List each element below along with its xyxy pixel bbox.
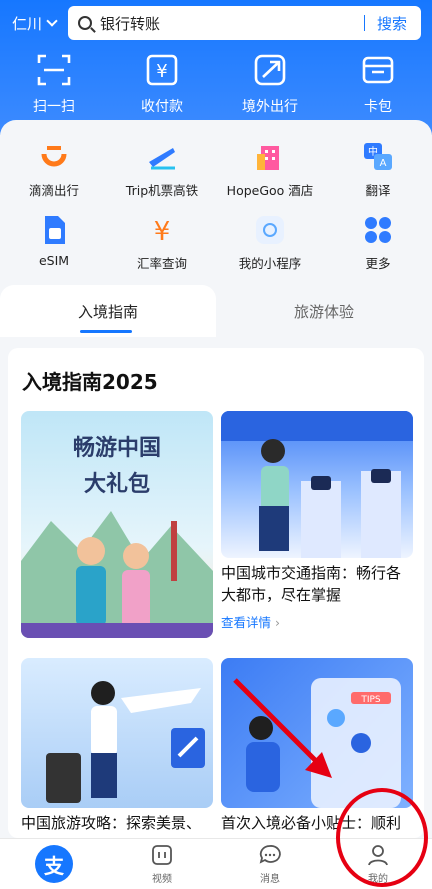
search-divider (363, 15, 365, 31)
service-label: 更多 (365, 256, 391, 271)
tab-travel-experience[interactable]: 旅游体验 (216, 285, 432, 337)
nav-home[interactable]: 支 (0, 839, 108, 889)
more-icon (365, 217, 391, 243)
service-label: Trip机票高铁 (125, 183, 199, 198)
scan-icon (37, 54, 71, 86)
service-hotel[interactable]: HopeGoo 酒店 (216, 140, 324, 199)
hotel-icon (257, 146, 279, 170)
service-mini-program[interactable]: 我的小程序 (216, 213, 324, 272)
tips-illustration: TIPS (246, 678, 401, 808)
search-icon (78, 16, 92, 30)
service-label: HopeGoo 酒店 (226, 183, 314, 198)
nav-label: 我的 (368, 874, 388, 885)
translate-icon: 中A (364, 143, 392, 170)
service-didi[interactable]: 滴滴出行 (0, 140, 108, 199)
service-label: eSIM (38, 253, 70, 268)
guide-title: 入境指南2025 (22, 370, 158, 394)
city-selector[interactable]: 仁川 (12, 13, 64, 34)
guide-card-poster[interactable]: 畅游中国 大礼包 (21, 411, 213, 638)
transport-guide-title[interactable]: 中国城市交通指南：畅行各大都市，尽在掌握 (221, 562, 411, 606)
search-button[interactable]: 搜索 (377, 13, 407, 34)
travelers-illustration (21, 511, 213, 638)
guide-tabs: 入境指南 旅游体验 (0, 285, 432, 337)
nav-profile[interactable]: 我的 (324, 839, 432, 889)
quick-action-label: 扫一扫 (33, 99, 75, 115)
guide-card-tips-image[interactable]: TIPS (221, 658, 413, 808)
quick-action-scan[interactable]: 扫一扫 (9, 52, 99, 116)
view-details-label: 查看详情 (221, 615, 272, 630)
tips-badge: TIPS (360, 695, 381, 705)
exchange-rate-icon: ¥ (154, 217, 171, 247)
chevron-down-icon (46, 15, 58, 27)
nav-messages[interactable]: 消息 (216, 839, 324, 889)
quick-action-label: 收付款 (141, 99, 183, 115)
guide-card-transport-image[interactable] (221, 411, 413, 558)
search-input[interactable]: 银行转账 (100, 13, 364, 34)
search-row: 仁川 银行转账 搜索 (0, 6, 432, 40)
travel-abroad-icon (254, 54, 286, 86)
quick-action-label: 卡包 (364, 99, 392, 115)
service-more[interactable]: 更多 (324, 213, 432, 272)
quick-action-travel[interactable]: 境外出行 (225, 52, 315, 116)
quick-action-wallet[interactable]: 卡包 (333, 52, 423, 116)
wallet-icon (362, 56, 394, 84)
nav-video[interactable]: 视频 (108, 839, 216, 889)
nav-label: 消息 (260, 874, 280, 885)
svg-text:¥: ¥ (156, 61, 167, 82)
travel-guide-title[interactable]: 中国旅游攻略：探索美景、 (21, 812, 216, 834)
view-details-link[interactable]: 查看详情 › (221, 612, 280, 631)
metro-gate-illustration (221, 411, 413, 558)
bottom-navigation: 支 视频 消息 我的 (0, 838, 432, 889)
profile-icon (368, 845, 388, 866)
service-label: 翻译 (365, 183, 391, 198)
video-icon (152, 845, 172, 865)
chevron-right-icon: › (271, 615, 280, 630)
esim-icon (45, 216, 65, 244)
service-trip[interactable]: Trip机票高铁 (108, 140, 216, 199)
guide-panel: 入境指南2025 畅游中国 大礼包 中国城市交通指南：畅行各大都市，尽在掌握 查… (8, 348, 424, 838)
mini-program-icon (256, 216, 284, 244)
quick-action-label: 境外出行 (242, 99, 298, 115)
pay-receive-icon: ¥ (146, 54, 178, 86)
service-translate[interactable]: 中A 翻译 (324, 140, 432, 199)
tips-guide-title[interactable]: 首次入境必备小贴士：顺利 (221, 812, 416, 834)
city-label: 仁川 (12, 14, 43, 33)
nav-label: 视频 (152, 874, 172, 885)
search-bar[interactable]: 银行转账 搜索 (68, 6, 421, 40)
svg-text:A: A (380, 158, 387, 169)
airport-traveler-illustration (46, 681, 205, 803)
service-label: 我的小程序 (238, 256, 302, 271)
service-label: 滴滴出行 (28, 183, 79, 198)
svg-text:中: 中 (368, 145, 378, 158)
service-esim[interactable]: eSIM (0, 213, 108, 272)
active-tab-indicator (80, 330, 132, 333)
quick-actions: 扫一扫 ¥ 收付款 境外出行 卡包 (0, 52, 432, 116)
guide-card-travel-image[interactable] (21, 658, 213, 808)
trip-icon (149, 148, 175, 170)
message-icon (259, 845, 281, 864)
quick-action-pay[interactable]: ¥ 收付款 (117, 52, 207, 116)
services-grid: 滴滴出行 Trip机票高铁 HopeGoo 酒店 中A 翻译 eSIM ¥ 汇率… (0, 140, 432, 272)
service-label: 汇率查询 (136, 256, 187, 271)
alipay-home-icon: 支 (35, 845, 73, 883)
service-exchange[interactable]: ¥ 汇率查询 (108, 213, 216, 272)
didi-icon (41, 146, 67, 167)
svg-text:¥: ¥ (154, 217, 171, 247)
